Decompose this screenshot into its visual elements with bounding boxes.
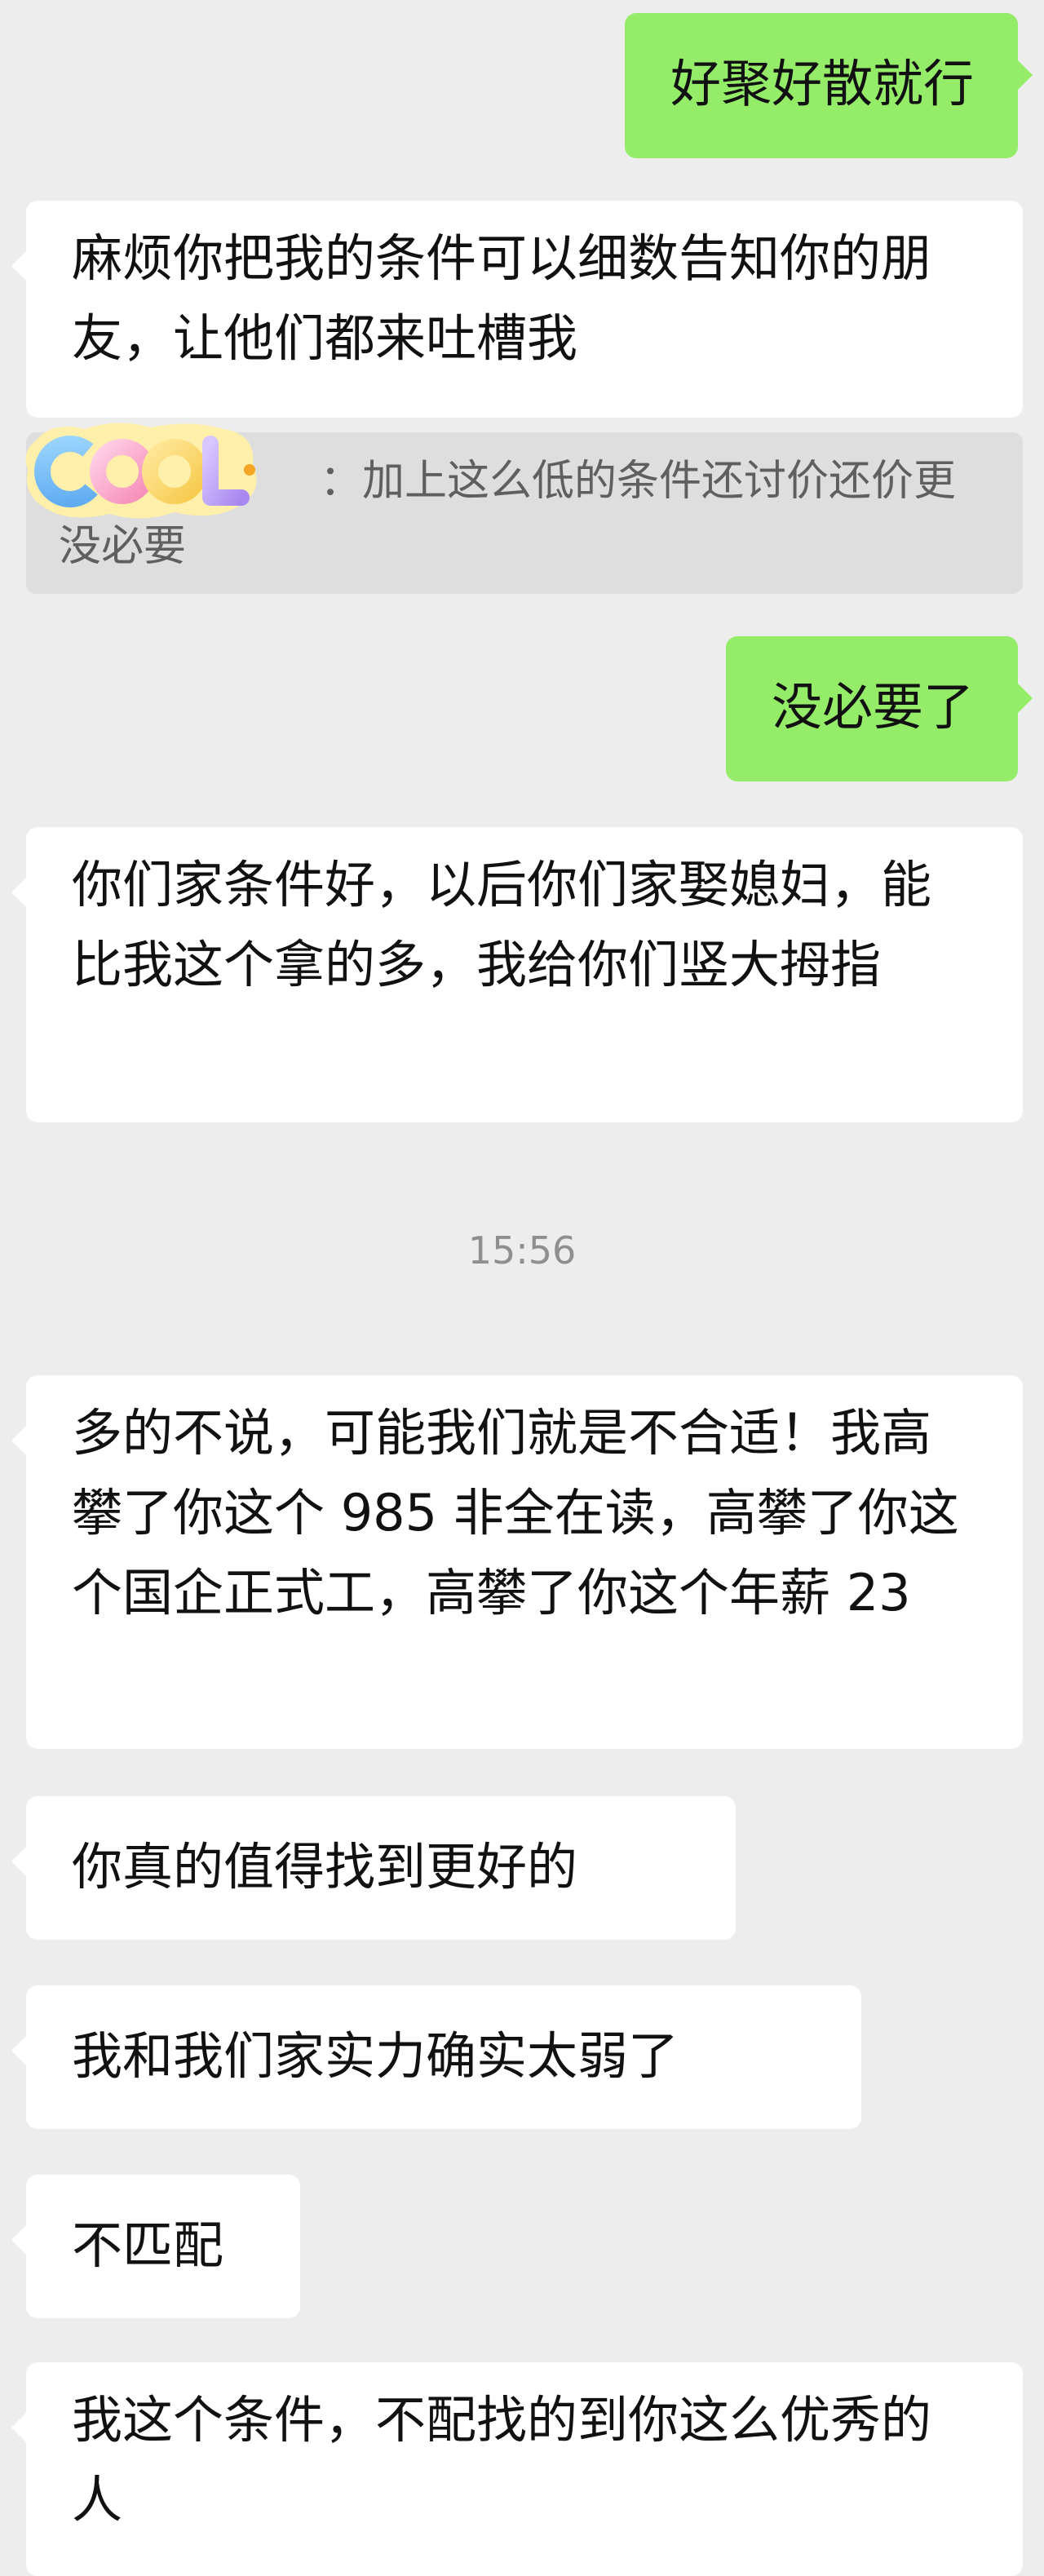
message-bubble-sent[interactable]: 好聚好散就行	[624, 13, 1033, 158]
message-bubble-received[interactable]: 你真的值得找到更好的	[11, 1796, 736, 1940]
message-bubble-received[interactable]: 我这个条件，不配找的到你这么优秀的人	[11, 2362, 1023, 2576]
message-bubble-sent[interactable]: 没必要了	[725, 636, 1033, 781]
cool-sticker-icon	[25, 423, 257, 519]
message-bubble-received[interactable]: 多的不说，可能我们就是不合适！我高攀了你这个 985 非全在读，高攀了你这个国企…	[11, 1375, 1023, 1749]
message-bubble-received[interactable]: 我和我们家实力确实太弱了	[11, 1985, 861, 2129]
message-bubble-received[interactable]: 不匹配	[11, 2175, 300, 2318]
message-bubble-received[interactable]: 麻烦你把我的条件可以细数告知你的朋友，让他们都来吐槽我	[11, 201, 1023, 418]
timestamp: 15:56	[467, 1228, 577, 1273]
message-bubble-received[interactable]: 你们家条件好，以后你们家娶媳妇，能比我这个拿的多，我给你们竖大拇指	[11, 827, 1023, 1122]
